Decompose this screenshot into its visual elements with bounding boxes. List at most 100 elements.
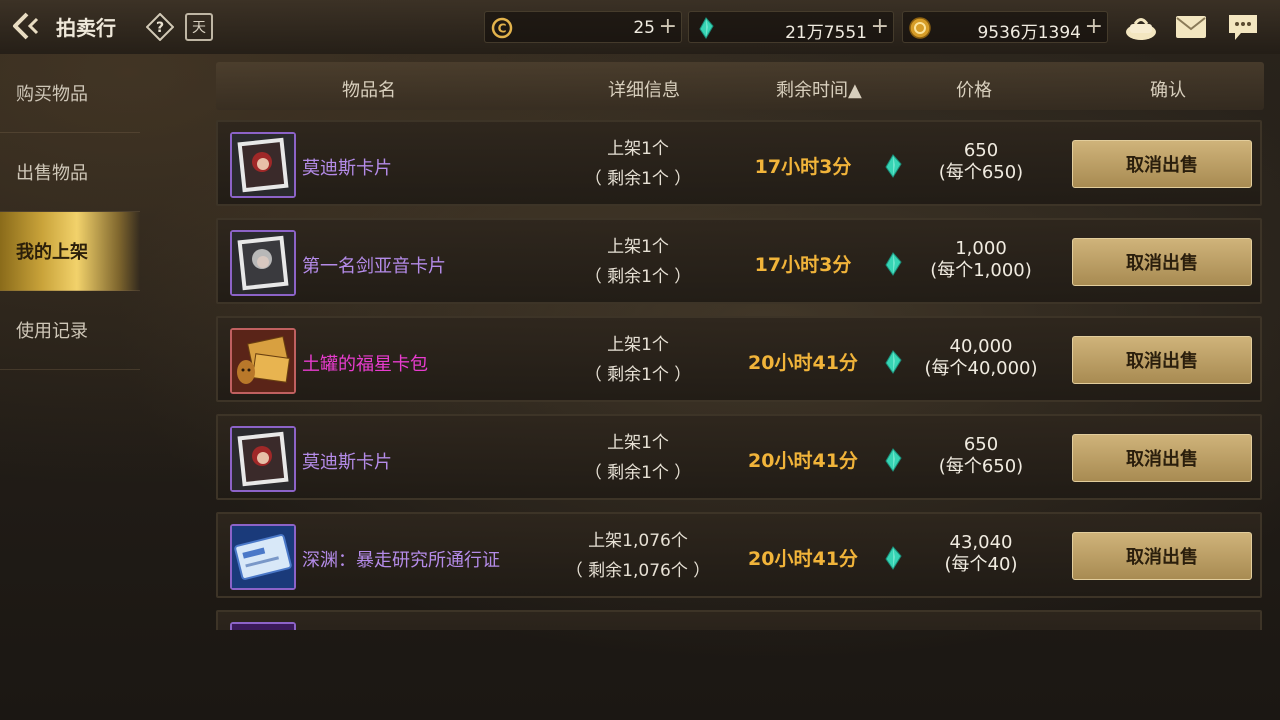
bag-icon xyxy=(1126,18,1156,40)
price: 650 (每个650) xyxy=(898,140,1064,184)
back-arrow-icon xyxy=(13,12,39,40)
column-header-price: 价格 xyxy=(956,80,992,101)
item-name: 深渊：暴走研究所通行证 xyxy=(302,550,500,571)
remaining-time: 17小时3分 xyxy=(754,254,852,276)
card-portrait-icon xyxy=(232,232,294,294)
remaining-quantity: （ 剩余1,076个 ） xyxy=(565,561,711,581)
mail-icon xyxy=(1176,16,1206,38)
item-thumbnail[interactable] xyxy=(230,524,296,590)
remaining-time: 20小时41分 xyxy=(748,548,858,570)
listed-quantity: 上架1个 xyxy=(607,335,669,355)
svg-text:?: ? xyxy=(156,20,164,36)
pass-ticket-icon xyxy=(232,526,294,588)
remaining-time: 17小时3分 xyxy=(754,156,852,178)
remaining-quantity: （ 剩余1个 ） xyxy=(584,365,692,385)
back-button[interactable] xyxy=(10,10,46,42)
top-bar: 拍卖行 ? 天 C 25 + 21万7551 + 9536万1394 + xyxy=(0,0,1280,54)
item-thumbnail[interactable] xyxy=(230,132,296,198)
sidebar-item-buy[interactable]: 购买物品 xyxy=(0,54,140,133)
remaining-quantity: （ 剩余1个 ） xyxy=(584,169,692,189)
remaining-quantity: （ 剩余1个 ） xyxy=(584,463,692,483)
table-header: 物品名 详细信息 剩余时间▲ 价格 确认 xyxy=(216,62,1264,110)
sidebar-item-label: 使用记录 xyxy=(16,321,88,342)
listing-details: 上架1,076个 （ 剩余1,076个 ） xyxy=(538,526,738,586)
add-currency-button[interactable]: + xyxy=(1085,14,1103,39)
item-name: 土罐的福星卡包 xyxy=(302,354,428,375)
orb-item-icon xyxy=(232,624,294,630)
cancel-sale-button[interactable]: 取消出售 xyxy=(1072,238,1252,286)
calendar-icon[interactable]: 天 xyxy=(185,13,213,41)
column-header-confirm: 确认 xyxy=(1150,80,1186,101)
cancel-sale-button[interactable]: 取消出售 xyxy=(1072,434,1252,482)
unit-price: (每个1,000) xyxy=(930,260,1032,281)
gem-icon xyxy=(699,17,714,39)
table-row: 深渊：暴走研究所通行证 上架1,076个 （ 剩余1,076个 ） 20小时41… xyxy=(216,512,1262,598)
table-row: 莫迪斯卡片 上架1个 （ 剩余1个 ） 17小时3分 650 (每个650) 取… xyxy=(216,120,1262,206)
currency-value: 9536万1394 xyxy=(977,23,1081,43)
currency-gold: 9536万1394 + xyxy=(902,11,1108,43)
price: 40,000 (每个40,000) xyxy=(898,336,1064,380)
total-price: 1,000 xyxy=(955,238,1007,259)
total-price: 650 xyxy=(963,434,999,455)
item-thumbnail[interactable] xyxy=(230,328,296,394)
sidebar-item-label: 购买物品 xyxy=(16,84,88,105)
svg-text:C: C xyxy=(498,22,507,36)
sidebar-item-my-listings[interactable]: 我的上架 xyxy=(0,212,140,291)
table-row: 莫迪斯卡片 上架1个 （ 剩余1个 ） 20小时41分 650 (每个650) … xyxy=(216,414,1262,500)
listing-details: 上架1个 （ 剩余1个 ） xyxy=(538,134,738,194)
remaining-quantity: （ 剩余1个 ） xyxy=(584,267,692,287)
currency-gem: 21万7551 + xyxy=(688,11,894,43)
unit-price: (每个40,000) xyxy=(924,358,1038,379)
card-portrait-icon xyxy=(232,428,294,490)
mail-button[interactable] xyxy=(1174,11,1208,43)
sidebar-item-sell[interactable]: 出售物品 xyxy=(0,133,140,212)
add-currency-button[interactable]: + xyxy=(659,14,677,39)
currency-coupon: C 25 + xyxy=(484,11,682,43)
page-title: 拍卖行 xyxy=(56,16,116,40)
cancel-sale-button[interactable]: 取消出售 xyxy=(1072,532,1252,580)
currency-value: 21万7551 xyxy=(785,23,867,43)
remaining-time: 20小时41分 xyxy=(748,352,858,374)
cancel-sale-button[interactable]: 取消出售 xyxy=(1072,336,1252,384)
calendar-label: 天 xyxy=(192,20,206,36)
listing-details: 上架1个 （ 剩余1个 ） xyxy=(538,330,738,390)
gold-coin-icon xyxy=(909,17,931,39)
listed-quantity: 上架1个 xyxy=(607,237,669,257)
total-price: 650 xyxy=(963,140,999,161)
column-header-name: 物品名 xyxy=(342,80,396,101)
card-pack-icon xyxy=(232,330,294,392)
sidebar-item-label: 出售物品 xyxy=(16,163,88,184)
table-row: 第一名剑亚音卡片 上架1个 （ 剩余1个 ） 17小时3分 1,000 (每个1… xyxy=(216,218,1262,304)
column-header-time[interactable]: 剩余时间▲ xyxy=(776,76,862,102)
unit-price: (每个40) xyxy=(944,554,1018,575)
currency-value: 25 xyxy=(633,18,655,38)
total-price: 43,040 xyxy=(949,532,1013,553)
listing-details: 上架1个 （ 剩余1个 ） xyxy=(538,232,738,292)
cancel-sale-button[interactable]: 取消出售 xyxy=(1072,140,1252,188)
listing-table: 莫迪斯卡片 上架1个 （ 剩余1个 ） 17小时3分 650 (每个650) 取… xyxy=(216,118,1264,630)
price: 43,040 (每个40) xyxy=(898,532,1064,576)
sidebar-item-history[interactable]: 使用记录 xyxy=(0,291,140,370)
sidebar: 购买物品 出售物品 我的上架 使用记录 xyxy=(0,54,140,370)
total-price: 40,000 xyxy=(949,336,1013,357)
item-thumbnail[interactable] xyxy=(230,622,296,630)
price: 1,000 (每个1,000) xyxy=(898,238,1064,282)
table-row: 土罐的福星卡包 上架1个 （ 剩余1个 ） 20小时41分 40,000 (每个… xyxy=(216,316,1262,402)
bag-button[interactable] xyxy=(1124,11,1158,43)
chat-button[interactable] xyxy=(1226,11,1260,43)
item-thumbnail[interactable] xyxy=(230,426,296,492)
item-thumbnail[interactable] xyxy=(230,230,296,296)
add-currency-button[interactable]: + xyxy=(871,14,889,39)
unit-price: (每个650) xyxy=(938,162,1024,183)
listed-quantity: 上架1,076个 xyxy=(588,531,688,551)
table-row-partial xyxy=(216,610,1262,630)
card-portrait-icon xyxy=(232,134,294,196)
listed-quantity: 上架1个 xyxy=(607,139,669,159)
price: 650 (每个650) xyxy=(898,434,1064,478)
item-name: 莫迪斯卡片 xyxy=(302,452,392,473)
unit-price: (每个650) xyxy=(938,456,1024,477)
sidebar-item-label: 我的上架 xyxy=(16,242,88,263)
help-icon[interactable]: ? xyxy=(145,12,175,42)
listed-quantity: 上架1个 xyxy=(607,433,669,453)
column-header-details: 详细信息 xyxy=(608,80,680,101)
